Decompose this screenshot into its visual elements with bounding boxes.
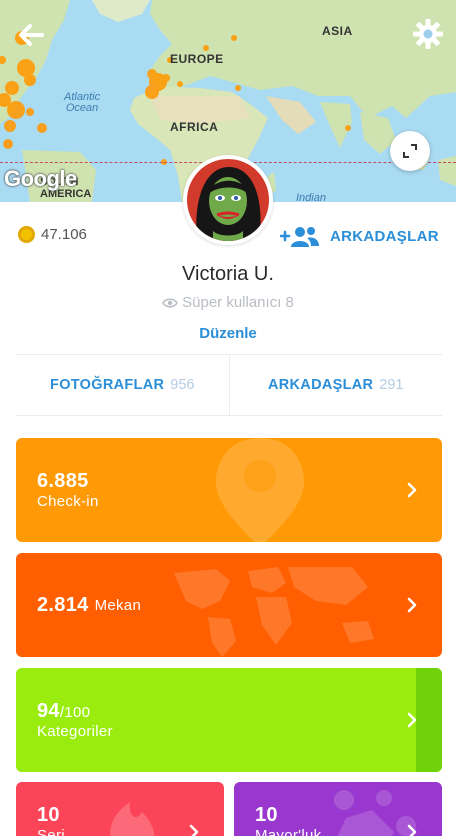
chevron-right-icon: [407, 712, 417, 728]
map-label-africa: AFRICA: [170, 120, 219, 134]
add-friends-button[interactable]: ARKADAŞLAR: [280, 224, 439, 248]
settings-button[interactable]: [412, 18, 444, 50]
superuser-label: Süper kullanıcı 8: [182, 294, 294, 311]
coins-balance[interactable]: 47.106: [18, 226, 87, 243]
map-label-indian: Indian: [296, 192, 326, 202]
checkin-card[interactable]: 6.885 Check-in: [16, 438, 442, 542]
mayor-count: 10: [255, 804, 278, 826]
expand-icon: [403, 144, 417, 158]
map-label-atlantic-line2: Ocean: [65, 102, 99, 114]
streak-count: 10: [37, 804, 60, 826]
profile-tabs: FOTOĞRAFLAR 956 ARKADAŞLAR 291: [16, 354, 442, 416]
categories-progress-remaining: [416, 668, 442, 772]
streak-card[interactable]: 10 Seri: [16, 782, 224, 836]
avatar[interactable]: [183, 155, 273, 245]
tab-friends-label: ARKADAŞLAR: [267, 377, 374, 393]
chevron-right-icon: [407, 482, 417, 498]
tab-photos-label: FOTOĞRAFLAR: [50, 377, 165, 393]
profile-name: Victoria U.: [182, 263, 274, 285]
expand-map-button[interactable]: [390, 131, 430, 171]
tab-friends[interactable]: ARKADAŞLAR 291: [228, 355, 443, 415]
mayor-card[interactable]: 10 Mayor'luk: [234, 782, 442, 836]
arrow-left-icon: [19, 24, 44, 46]
chevron-right-icon: [407, 597, 417, 613]
map-label-europe: EUROPE: [170, 52, 224, 66]
categories-total: /100: [59, 704, 91, 721]
tab-photos[interactable]: FOTOĞRAFLAR 956: [16, 355, 229, 415]
add-friends-icon: [280, 227, 319, 247]
streak-label: Seri: [37, 827, 65, 836]
gear-icon: [413, 19, 443, 49]
checkin-count: 6.885: [37, 470, 89, 492]
back-button[interactable]: [14, 18, 48, 52]
eye-badge-icon: [162, 297, 179, 308]
categories-card[interactable]: 94/100 Kategoriler: [16, 668, 442, 772]
venues-label: Mekan: [94, 596, 142, 614]
categories-count-row: 94/100: [37, 700, 113, 723]
superuser-badge: Süper kullanıcı 8: [0, 294, 456, 311]
map-label-atlantic: Atlantic Ocean: [64, 92, 100, 114]
chevron-right-icon: [407, 824, 417, 836]
categories-count: 94: [37, 700, 60, 722]
tab-friends-count: 291: [379, 377, 404, 393]
coin-icon: [18, 226, 35, 243]
tab-photos-count: 956: [170, 377, 195, 393]
map-label-asia: ASIA: [322, 24, 353, 38]
categories-label: Kategoriler: [37, 723, 113, 740]
mayor-label: Mayor'luk: [255, 827, 322, 836]
avatar-image: [187, 159, 269, 241]
coins-value: 47.106: [41, 226, 87, 243]
edit-profile-link[interactable]: Düzenle: [0, 325, 456, 342]
venues-card[interactable]: 2.814 Mekan: [16, 553, 442, 657]
google-logo: Google: [4, 166, 77, 191]
venues-count: 2.814: [37, 593, 89, 616]
chevron-right-icon: [189, 824, 199, 836]
add-friends-label: ARKADAŞLAR: [330, 227, 439, 245]
checkin-label: Check-in: [37, 493, 99, 510]
